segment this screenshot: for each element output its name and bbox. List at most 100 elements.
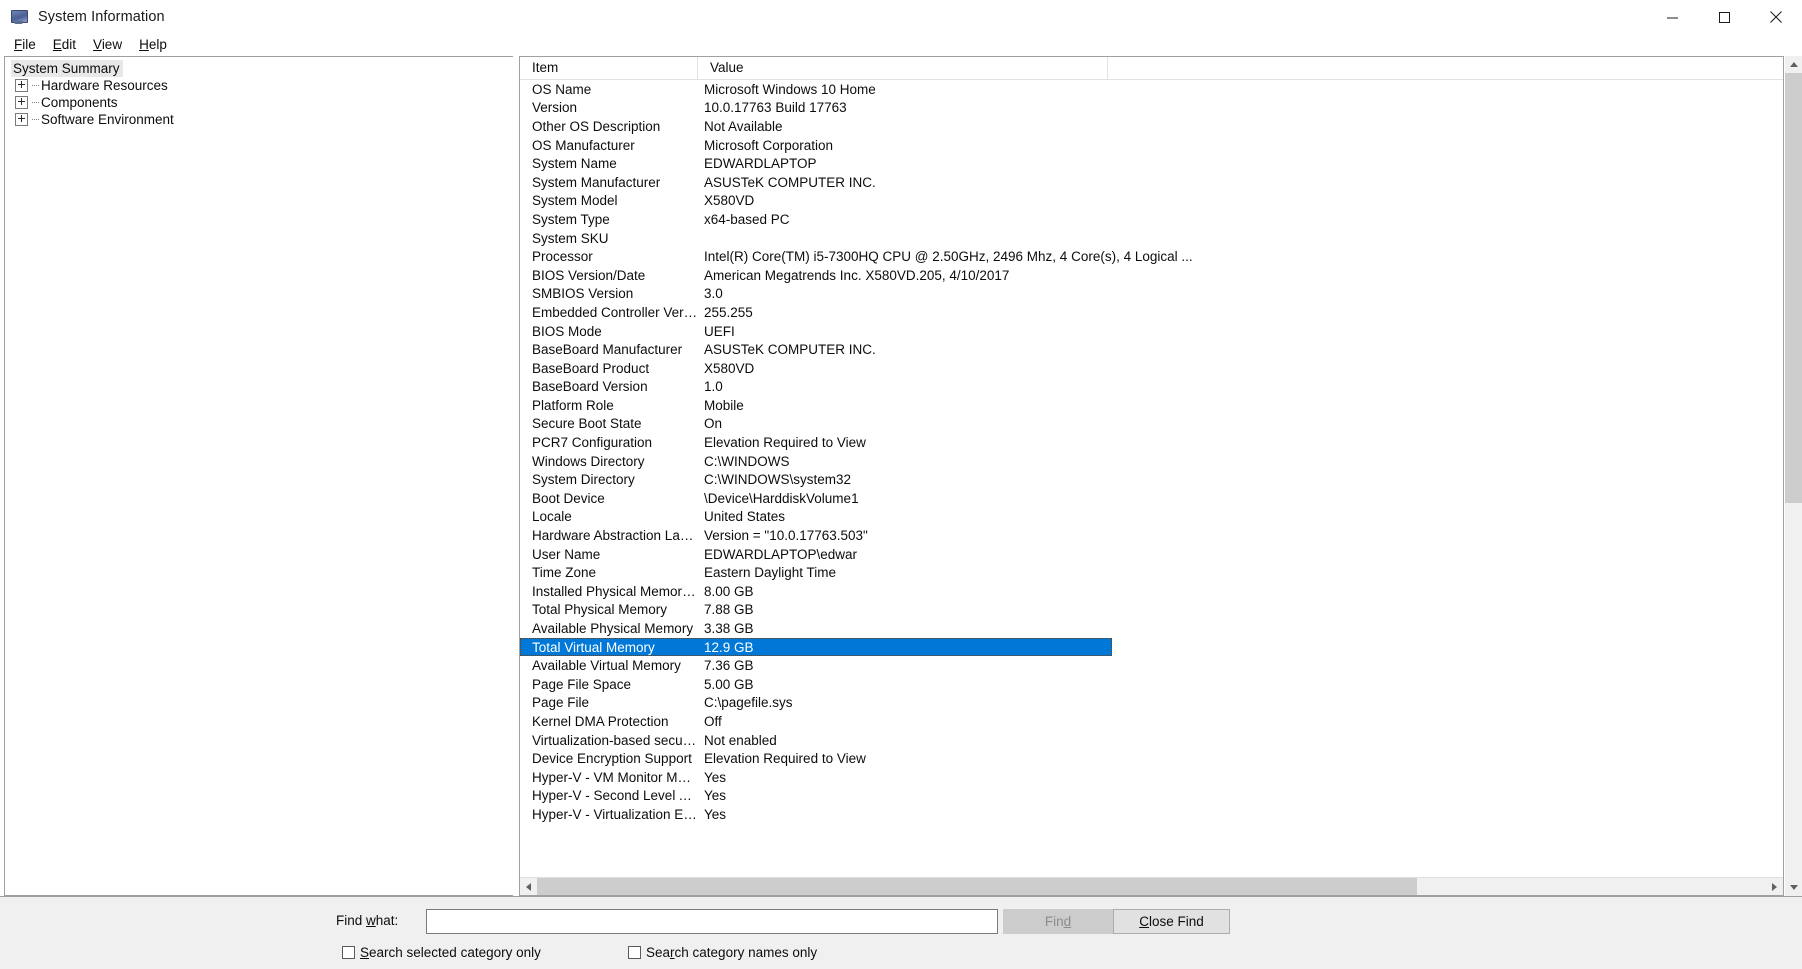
- table-row[interactable]: BIOS Mode UEFI: [520, 322, 1783, 341]
- row-item-cell: Version: [532, 100, 578, 116]
- table-row[interactable]: System Directory C:\WINDOWS\system32: [520, 470, 1783, 489]
- find-what-label-suffix: hat:: [375, 913, 399, 928]
- checkbox-icon[interactable]: [342, 946, 355, 959]
- table-row[interactable]: Hyper-V - Second Level Addres... Yes: [520, 787, 1783, 806]
- table-row[interactable]: Locale United States: [520, 508, 1783, 527]
- table-row[interactable]: Device Encryption Support Elevation Requi…: [520, 749, 1783, 768]
- sidebar-item-system-summary[interactable]: System Summary: [7, 60, 513, 77]
- table-row[interactable]: OS Manufacturer Microsoft Corporation: [520, 136, 1783, 155]
- table-row[interactable]: Time Zone Eastern Daylight Time: [520, 563, 1783, 582]
- find-input[interactable]: [426, 909, 998, 934]
- row-value-cell: Version = "10.0.17763.503": [704, 528, 868, 544]
- table-row[interactable]: Page File Space 5.00 GB: [520, 675, 1783, 694]
- close-find-button[interactable]: Close Find: [1113, 909, 1230, 934]
- table-row[interactable]: BaseBoard Product X580VD: [520, 359, 1783, 378]
- table-row[interactable]: System Type x64-based PC: [520, 210, 1783, 229]
- checkbox-icon[interactable]: [628, 946, 641, 959]
- table-row[interactable]: Page File C:\pagefile.sys: [520, 694, 1783, 713]
- row-value-cell: 5.00 GB: [704, 676, 754, 692]
- category-tree-pane: System Summary Hardware Resources Compon…: [4, 56, 513, 896]
- expand-plus-icon[interactable]: [15, 96, 28, 109]
- table-row[interactable]: Virtualization-based security Not enabled: [520, 731, 1783, 750]
- horizontal-scroll-track[interactable]: [537, 878, 1766, 895]
- tree-connector-icon: [32, 118, 39, 121]
- sidebar-item-components[interactable]: Components: [7, 94, 513, 111]
- table-row[interactable]: Kernel DMA Protection Off: [520, 712, 1783, 731]
- table-row[interactable]: BaseBoard Version 1.0: [520, 378, 1783, 397]
- sidebar-item-label: Software Environment: [41, 112, 174, 127]
- details-list-main: Item Value OS Name Microsoft Windows 10 H…: [520, 57, 1783, 877]
- table-row[interactable]: System Manufacturer ASUSTeK COMPUTER INC.: [520, 173, 1783, 192]
- menu-edit[interactable]: Edit: [45, 35, 85, 56]
- minimize-icon[interactable]: [1646, 0, 1698, 34]
- scroll-left-arrow-icon[interactable]: [520, 878, 537, 895]
- row-item-cell: BaseBoard Version: [532, 379, 648, 395]
- horizontal-scroll-thumb[interactable]: [537, 878, 1417, 895]
- vertical-scroll-track[interactable]: [1785, 73, 1802, 879]
- find-button[interactable]: Fin d: [1003, 909, 1113, 934]
- horizontal-scrollbar[interactable]: [520, 877, 1783, 895]
- menu-bar: File Edit View Help: [0, 34, 1802, 56]
- table-row[interactable]: System Model X580VD: [520, 192, 1783, 211]
- table-row[interactable]: PCR7 Configuration Elevation Required to …: [520, 433, 1783, 452]
- row-value-cell: Elevation Required to View: [704, 751, 866, 767]
- search-category-names-checkbox[interactable]: Search category names only: [628, 945, 817, 960]
- table-row[interactable]: Available Virtual Memory 7.36 GB: [520, 656, 1783, 675]
- table-row[interactable]: System Name EDWARDLAPTOP: [520, 154, 1783, 173]
- row-value-cell: 3.0: [704, 286, 723, 302]
- table-row[interactable]: Boot Device \Device\HarddiskVolume1: [520, 489, 1783, 508]
- column-header-item[interactable]: Item: [520, 57, 698, 79]
- row-item-cell: System Directory: [532, 472, 635, 488]
- table-row[interactable]: Hyper-V - VM Monitor Mode E... Yes: [520, 768, 1783, 787]
- menu-file[interactable]: File: [6, 35, 45, 56]
- table-row[interactable]: Secure Boot State On: [520, 415, 1783, 434]
- vertical-scroll-thumb[interactable]: [1785, 73, 1802, 503]
- table-row[interactable]: Embedded Controller Version 255.255: [520, 303, 1783, 322]
- table-row[interactable]: BIOS Version/Date American Megatrends Inc…: [520, 266, 1783, 285]
- row-value-cell: UEFI: [704, 323, 735, 339]
- menu-help[interactable]: Help: [131, 35, 176, 56]
- find-row-options: Search selected category only Search cat…: [0, 945, 1802, 965]
- sidebar-item-hardware-resources[interactable]: Hardware Resources: [7, 77, 513, 94]
- table-row[interactable]: SMBIOS Version 3.0: [520, 285, 1783, 304]
- table-row[interactable]: User Name EDWARDLAPTOP\edwar: [520, 545, 1783, 564]
- table-row[interactable]: Windows Directory C:\WINDOWS: [520, 452, 1783, 471]
- sidebar-item-label: Hardware Resources: [41, 78, 168, 93]
- table-row[interactable]: Available Physical Memory 3.38 GB: [520, 619, 1783, 638]
- expand-plus-icon[interactable]: [15, 79, 28, 92]
- row-value-cell: EDWARDLAPTOP: [704, 156, 817, 172]
- row-value-cell: American Megatrends Inc. X580VD.205, 4/1…: [704, 267, 1010, 283]
- system-information-window: System Information File Edit View Help S…: [0, 0, 1802, 969]
- scroll-right-arrow-icon[interactable]: [1766, 878, 1783, 895]
- close-icon[interactable]: [1750, 0, 1802, 34]
- search-selected-category-checkbox[interactable]: Search selected category only: [342, 945, 541, 960]
- table-row[interactable]: Platform Role Mobile: [520, 396, 1783, 415]
- close-find-accel: C: [1139, 914, 1149, 929]
- row-value-cell: Off: [704, 713, 722, 729]
- details-list-rows: OS Name Microsoft Windows 10 Home Version 1…: [520, 80, 1783, 877]
- row-item-cell: Hyper-V - Second Level Addres...: [532, 788, 698, 804]
- table-row[interactable]: Other OS Description Not Available: [520, 117, 1783, 136]
- chk1-accel: S: [360, 945, 370, 960]
- table-row[interactable]: BaseBoard Manufacturer ASUSTeK COMPUTER I…: [520, 340, 1783, 359]
- table-row[interactable]: Hardware Abstraction Layer Version = "10.…: [520, 526, 1783, 545]
- table-row[interactable]: Total Physical Memory 7.88 GB: [520, 601, 1783, 620]
- table-row[interactable]: Total Virtual Memory 12.9 GB: [520, 637, 1112, 657]
- maximize-icon[interactable]: [1698, 0, 1750, 34]
- scroll-up-arrow-icon[interactable]: [1785, 56, 1802, 73]
- table-row[interactable]: Processor Intel(R) Core(TM) i5-7300HQ CPU…: [520, 247, 1783, 266]
- scroll-down-arrow-icon[interactable]: [1785, 879, 1802, 896]
- sidebar-item-software-environment[interactable]: Software Environment: [7, 111, 513, 128]
- row-item-cell: Available Virtual Memory: [532, 658, 681, 674]
- table-row[interactable]: Installed Physical Memory (RAM) 8.00 GB: [520, 582, 1783, 601]
- vertical-scrollbar[interactable]: [1784, 56, 1802, 896]
- table-row[interactable]: OS Name Microsoft Windows 10 Home: [520, 80, 1783, 99]
- menu-view[interactable]: View: [85, 35, 131, 56]
- table-row[interactable]: Version 10.0.17763 Build 17763: [520, 99, 1783, 118]
- table-row[interactable]: Hyper-V - Virtualization Enable... Yes: [520, 805, 1783, 824]
- expand-plus-icon[interactable]: [15, 113, 28, 126]
- row-item-cell: System Model: [532, 193, 618, 209]
- column-header-value[interactable]: Value: [698, 57, 1108, 79]
- table-row[interactable]: System SKU: [520, 229, 1783, 248]
- menu-help-rest: elp: [148, 36, 167, 52]
